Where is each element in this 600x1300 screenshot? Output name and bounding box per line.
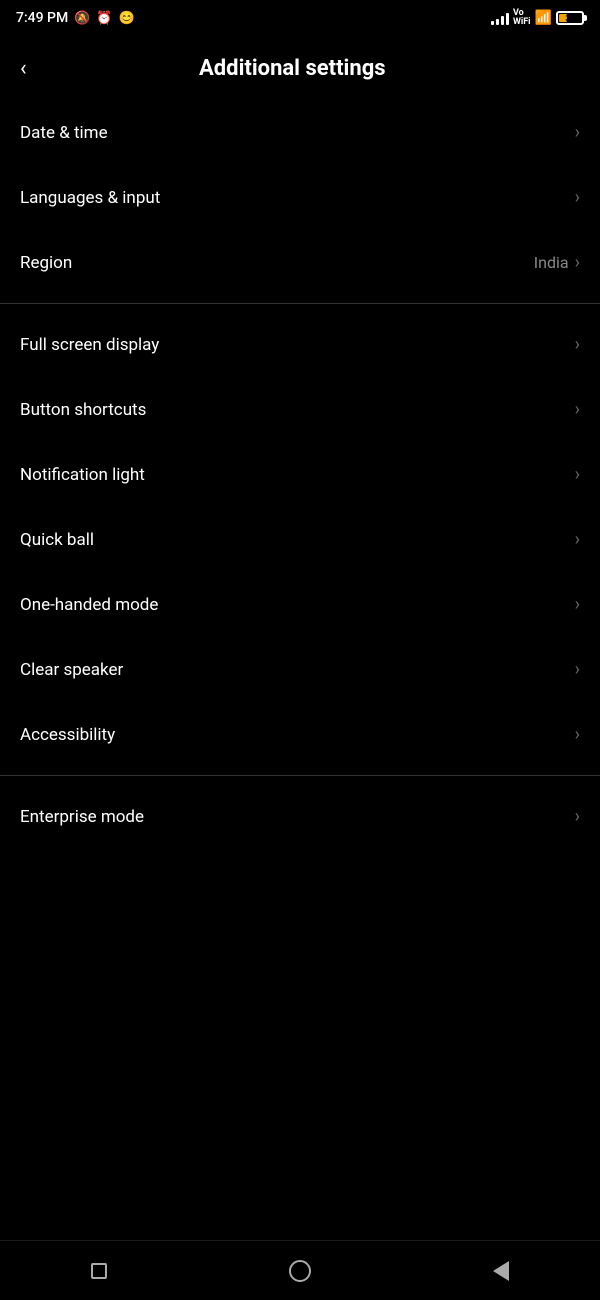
accessibility-label: Accessibility xyxy=(20,725,115,745)
settings-item-notification-light[interactable]: Notification light › xyxy=(0,442,600,507)
back-nav-icon xyxy=(493,1261,509,1281)
settings-item-clear-speaker[interactable]: Clear speaker › xyxy=(0,637,600,702)
header: ‹ Additional settings xyxy=(0,36,600,100)
quick-ball-label: Quick ball xyxy=(20,530,94,550)
status-right: VoWiFi 📶 37 xyxy=(491,9,584,27)
settings-item-full-screen[interactable]: Full screen display › xyxy=(0,312,600,377)
divider-1 xyxy=(0,303,600,304)
clear-speaker-right: › xyxy=(575,659,580,680)
notification-light-label: Notification light xyxy=(20,465,145,485)
chevron-icon: › xyxy=(575,334,580,355)
settings-item-languages-input[interactable]: Languages & input › xyxy=(0,165,600,230)
full-screen-label: Full screen display xyxy=(20,335,159,355)
chevron-icon: › xyxy=(575,594,580,615)
full-screen-right: › xyxy=(575,334,580,355)
divider-2 xyxy=(0,775,600,776)
date-time-right: › xyxy=(575,122,580,143)
alarm-icon: ⏰ xyxy=(96,11,112,26)
date-time-label: Date & time xyxy=(20,123,108,143)
region-right: India › xyxy=(534,252,580,273)
clear-speaker-label: Clear speaker xyxy=(20,660,123,680)
home-button[interactable] xyxy=(259,1250,341,1292)
battery-level: 37 xyxy=(558,14,582,23)
quick-ball-right: › xyxy=(575,529,580,550)
button-shortcuts-label: Button shortcuts xyxy=(20,400,146,420)
settings-group-2: Full screen display › Button shortcuts ›… xyxy=(0,312,600,767)
vo-wifi-icon: VoWiFi xyxy=(513,9,531,27)
chevron-icon: › xyxy=(575,399,580,420)
region-value: India xyxy=(534,253,569,272)
status-left: 7:49 PM 🔕 ⏰ 😊 xyxy=(16,10,135,26)
settings-item-one-handed-mode[interactable]: One-handed mode › xyxy=(0,572,600,637)
region-label: Region xyxy=(20,253,72,273)
settings-item-enterprise-mode[interactable]: Enterprise mode › xyxy=(0,784,600,849)
home-icon xyxy=(289,1260,311,1282)
recent-apps-button[interactable] xyxy=(61,1253,137,1289)
back-button[interactable]: ‹ xyxy=(20,56,27,81)
chevron-icon: › xyxy=(575,122,580,143)
settings-list: Date & time › Languages & input › Region… xyxy=(0,100,600,849)
wifi-icon: 📶 xyxy=(535,10,552,26)
button-shortcuts-right: › xyxy=(575,399,580,420)
time-display: 7:49 PM xyxy=(16,10,68,26)
settings-item-date-time[interactable]: Date & time › xyxy=(0,100,600,165)
settings-item-button-shortcuts[interactable]: Button shortcuts › xyxy=(0,377,600,442)
nav-bar xyxy=(0,1240,600,1300)
recent-apps-icon xyxy=(91,1263,107,1279)
enterprise-mode-label: Enterprise mode xyxy=(20,807,144,827)
face-icon: 😊 xyxy=(119,11,135,26)
languages-input-label: Languages & input xyxy=(20,188,160,208)
languages-right: › xyxy=(575,187,580,208)
settings-item-quick-ball[interactable]: Quick ball › xyxy=(0,507,600,572)
notification-light-right: › xyxy=(575,464,580,485)
page-title: Additional settings xyxy=(43,56,542,81)
battery-icon: 37 xyxy=(556,11,584,25)
chevron-icon: › xyxy=(575,659,580,680)
enterprise-right: › xyxy=(575,806,580,827)
signal-icon xyxy=(491,11,509,25)
chevron-icon: › xyxy=(575,187,580,208)
accessibility-right: › xyxy=(575,724,580,745)
chevron-icon: › xyxy=(575,252,580,273)
back-nav-button[interactable] xyxy=(463,1251,539,1291)
chevron-icon: › xyxy=(575,806,580,827)
settings-item-accessibility[interactable]: Accessibility › xyxy=(0,702,600,767)
settings-group-1: Date & time › Languages & input › Region… xyxy=(0,100,600,295)
settings-group-3: Enterprise mode › xyxy=(0,784,600,849)
mute-icon: 🔕 xyxy=(74,11,90,26)
chevron-icon: › xyxy=(575,464,580,485)
one-handed-right: › xyxy=(575,594,580,615)
chevron-icon: › xyxy=(575,724,580,745)
settings-item-region[interactable]: Region India › xyxy=(0,230,600,295)
chevron-icon: › xyxy=(575,529,580,550)
status-bar: 7:49 PM 🔕 ⏰ 😊 VoWiFi 📶 37 xyxy=(0,0,600,36)
one-handed-mode-label: One-handed mode xyxy=(20,595,158,615)
